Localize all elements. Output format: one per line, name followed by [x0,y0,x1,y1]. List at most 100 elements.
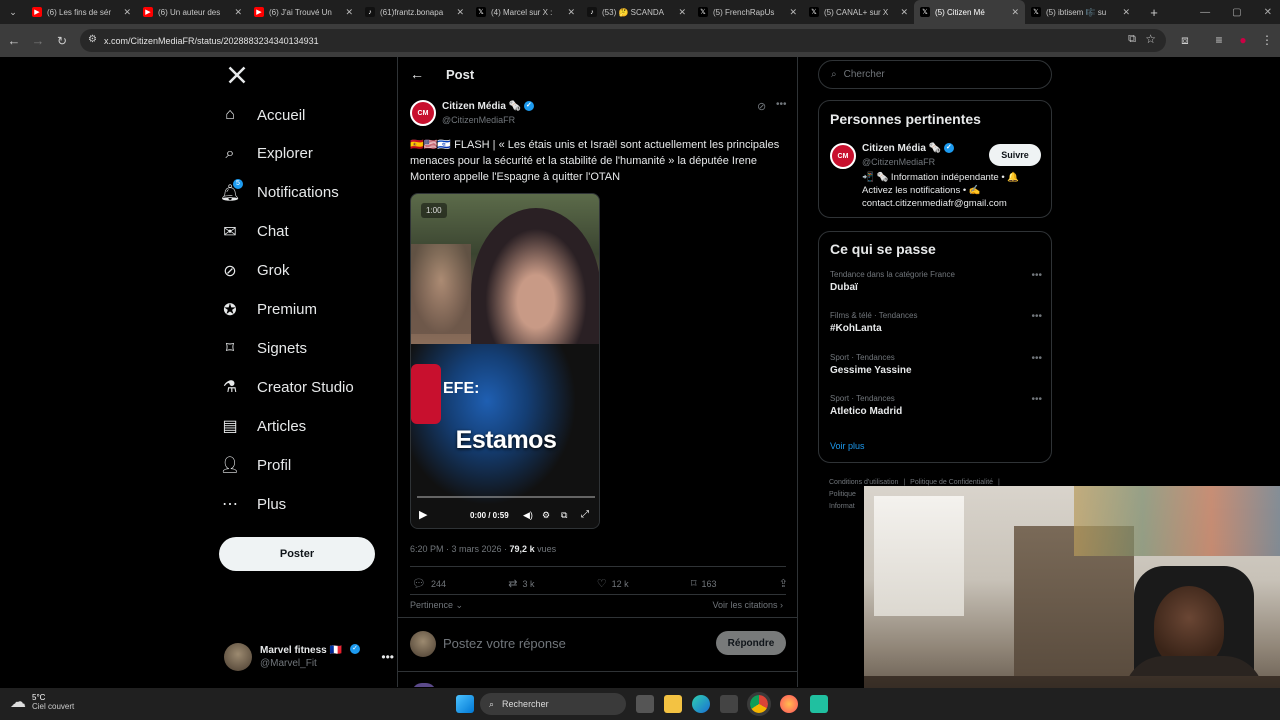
close-tab-icon[interactable]: ✕ [345,7,353,18]
search-input[interactable]: ⌕ Chercher [818,60,1052,89]
address-bar[interactable]: ⚙ x.com/CitizenMediaFR/status/2028883234… [80,29,1166,52]
nav-item-profil[interactable]: 👤︎ Profil [219,450,291,480]
like-action[interactable]: ♡ 12 k [597,577,629,590]
close-tab-icon[interactable]: ✕ [567,7,575,18]
close-tab-icon[interactable]: ✕ [1011,7,1019,18]
nav-item-notifications[interactable]: 🔔︎ 5 Notifications [219,178,339,208]
weather-widget[interactable]: ☁ 5°C Ciel couvert [10,692,74,712]
nav-item-premium[interactable]: ✪ Premium [219,295,317,325]
task-view-icon[interactable] [636,695,654,713]
person-handle[interactable]: @CitizenMediaFR [862,157,935,167]
close-tab-icon[interactable]: ✕ [456,7,464,18]
trend-more-icon[interactable]: ••• [1031,311,1042,322]
browser-tab[interactable]: ♪ (53) 🤔 SCANDA ✕ [581,0,692,24]
reload-icon[interactable]: ↻ [50,29,74,53]
share-action[interactable]: ⇪ [779,577,788,590]
trend-more-icon[interactable]: ••• [1031,270,1042,281]
author-name[interactable]: Citizen Média 🗞️ ✓ [442,101,534,112]
video-volume-icon[interactable]: ◀) [523,510,533,521]
nav-item-creator-studio[interactable]: ⚗ Creator Studio [219,372,354,402]
person-avatar[interactable]: CM [830,143,856,169]
footer-link-policy[interactable]: Politique [829,491,856,498]
browser-menu-icon[interactable]: ⋮ [1258,31,1276,49]
taskbar-search[interactable]: ⌕ Rechercher [480,693,626,715]
install-app-icon[interactable]: ⧉ [1128,33,1136,46]
footer-link-privacy[interactable]: Politique de Confidentialité [910,479,993,486]
post-video[interactable]: EFE: 1:00 Estamos ▶ 0:00 / 0:59 ◀) ⚙ ⧉ ⤢ [410,193,600,529]
nav-item-accueil[interactable]: ⌂ Accueil [219,100,305,130]
browser-tab[interactable]: 𝕏 (4) Marcel sur X : ✕ [470,0,581,24]
repost-action[interactable]: ⇄ 3 k [508,577,534,590]
browser-tab[interactable]: 𝕏 (5) FrenchRapUs ✕ [692,0,803,24]
trend-item[interactable]: Films & télé · Tendances #KohLanta ••• [830,311,1042,334]
footer-link-info[interactable]: Informat [829,503,855,510]
close-tab-icon[interactable]: ✕ [789,7,797,18]
trend-item[interactable]: Sport · Tendances Gessime Yassine ••• [830,353,1042,376]
trend-more-icon[interactable]: ••• [1031,353,1042,364]
follow-button[interactable]: Suivre [989,144,1041,166]
profile-icon[interactable]: ● [1234,31,1252,49]
app-icon[interactable] [810,695,828,713]
show-more-link[interactable]: Voir plus [830,441,865,451]
browser-tab[interactable]: 𝕏 (5) Citizen Mé ✕ [914,0,1025,24]
reply-button[interactable]: Répondre [716,631,786,655]
close-tab-icon[interactable]: ✕ [678,7,686,18]
site-info-icon[interactable]: ⚙ [88,34,97,45]
extensions-icon[interactable]: ⧈ [1176,31,1194,49]
trend-item[interactable]: Sport · Tendances Atletico Madrid ••• [830,394,1042,417]
nav-item-chat[interactable]: ✉ Chat [219,217,288,247]
browser-tab[interactable]: 𝕏 (5) ibtisem 🎼 su ✕ [1025,0,1136,24]
browser-tab[interactable]: 𝕏 (5) CANAL+ sur X ✕ [803,0,914,24]
browser-tab[interactable]: ♪ (61)frantz.bonapa ✕ [359,0,470,24]
video-fullscreen-icon[interactable]: ⤢ [581,509,589,520]
new-tab-button[interactable]: + [1142,0,1166,24]
file-explorer-icon[interactable] [664,695,682,713]
footer-link-terms[interactable]: Conditions d'utilisation [829,479,898,486]
close-window-icon[interactable]: ✕ [1264,7,1272,18]
nav-item-articles[interactable]: ▤ Articles [219,411,306,441]
video-pip-icon[interactable]: ⧉ [561,510,567,521]
browser-tab[interactable]: ▶ (6) Un auteur des ✕ [137,0,248,24]
view-quotes-link[interactable]: Voir les citations › [712,600,783,610]
nav-item-plus[interactable]: ⋯ Plus [219,489,286,519]
person-name[interactable]: Citizen Média 🗞️ ✓ [862,143,954,154]
nav-item-signets[interactable]: ⌑ Signets [219,333,307,363]
account-more-icon[interactable]: ••• [381,650,394,664]
close-tab-icon[interactable]: ✕ [234,7,242,18]
browser-tab[interactable]: ▶ (6) J'ai Trouvé Un ✕ [248,0,359,24]
close-tab-icon[interactable]: ✕ [900,7,908,18]
store-icon[interactable] [720,695,738,713]
post-button[interactable]: Poster [219,537,375,571]
account-switcher[interactable]: Marvel fitness 🇫🇷 @Marvel_Fit ✓ ••• [224,640,394,674]
forward-icon[interactable]: → [26,29,50,53]
chrome-icon[interactable] [747,692,771,716]
maximize-icon[interactable]: ▢ [1232,7,1241,18]
back-icon[interactable]: ← [2,29,26,53]
reply-input[interactable]: Postez votre réponse [443,636,566,651]
browser-tab[interactable]: ▶ (6) Les fins de sér ✕ [26,0,137,24]
media-control-icon[interactable]: ≡ [1210,31,1228,49]
grok-explain-icon[interactable]: ⊘ [757,100,766,113]
author-handle[interactable]: @CitizenMediaFR [442,115,515,125]
trend-item[interactable]: Tendance dans la catégorie France Dubaï ••… [830,270,1042,293]
video-progress-track[interactable] [417,496,595,498]
x-logo-icon[interactable] [227,65,247,85]
tab-list-button[interactable]: ⌄ [0,0,26,24]
minimize-icon[interactable]: — [1200,7,1210,18]
author-avatar[interactable]: CM [410,100,436,126]
edge-icon[interactable] [692,695,710,713]
sort-replies-dropdown[interactable]: Pertinence ⌄ [410,600,463,611]
nav-item-grok[interactable]: ⊘ Grok [219,256,289,286]
firefox-icon[interactable] [780,695,798,713]
windows-start-icon[interactable] [456,695,474,713]
bookmark-star-icon[interactable]: ☆ [1145,32,1156,46]
video-play-icon[interactable]: ▶ [419,508,427,521]
post-time[interactable]: 6:20 PM · 3 mars 2026 · [410,544,510,554]
post-more-icon[interactable]: ••• [776,99,787,110]
trend-more-icon[interactable]: ••• [1031,394,1042,405]
video-settings-icon[interactable]: ⚙ [542,510,550,521]
close-tab-icon[interactable]: ✕ [1122,7,1130,18]
bookmark-action[interactable]: ⌑ 163 [691,577,717,590]
close-tab-icon[interactable]: ✕ [123,7,131,18]
nav-item-explorer[interactable]: ⌕ Explorer [219,139,313,169]
